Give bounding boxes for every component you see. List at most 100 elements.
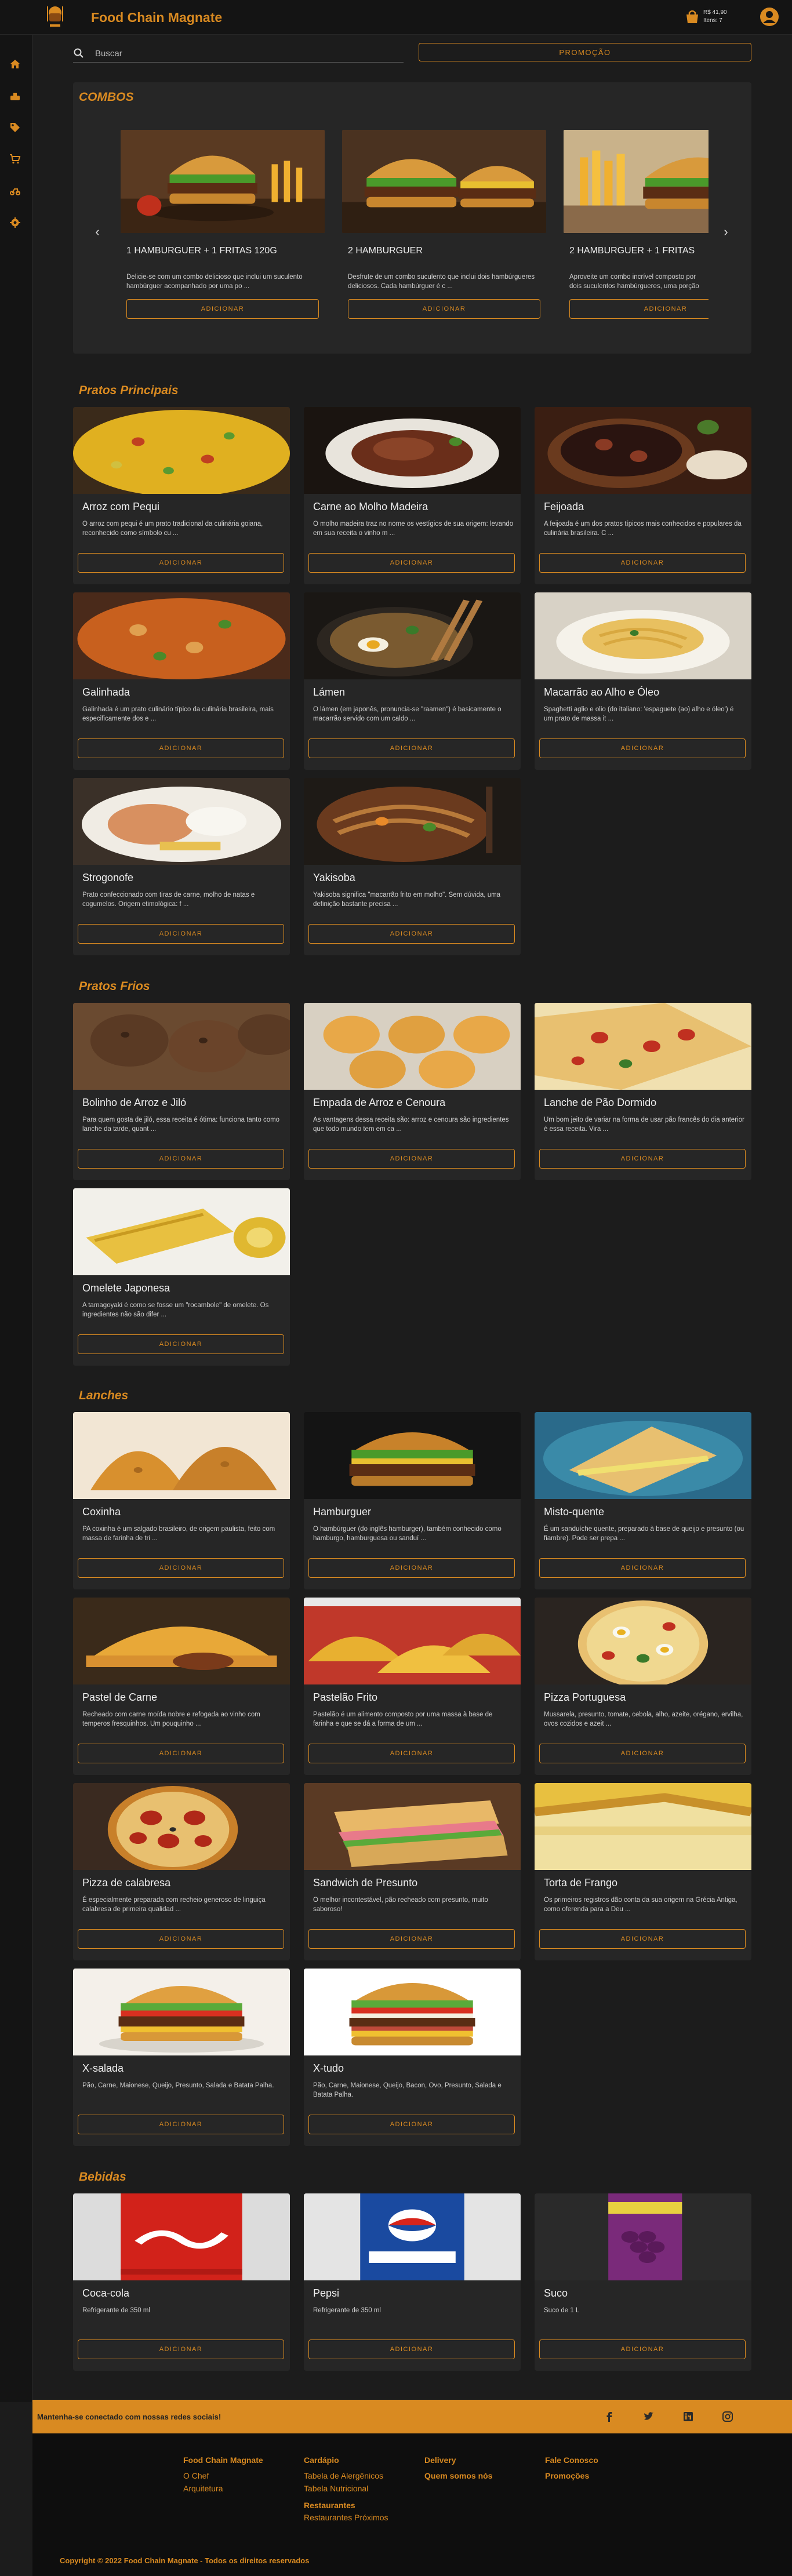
- footer-link[interactable]: Tabela de Alergênicos: [304, 2469, 388, 2482]
- add-to-cart-button[interactable]: ADICIONAR: [539, 738, 746, 758]
- combo-title: 1 HAMBURGUER + 1 FRITAS 120G: [126, 246, 277, 256]
- product-description: Pão, Carne, Maionese, Queijo, Presunto, …: [82, 2082, 274, 2089]
- add-to-cart-button[interactable]: ADICIONAR: [308, 924, 515, 944]
- cart-icon[interactable]: [7, 151, 23, 167]
- footer-link[interactable]: Restaurantes Próximos: [304, 2511, 388, 2524]
- food-photo-icon: [535, 1783, 751, 1870]
- product-description: As vantagens dessa receita são: arroz e …: [313, 1116, 509, 1133]
- product-card: Torta de Frango Os primeiros registros dã…: [535, 1783, 751, 1960]
- food-photo-icon: [535, 592, 751, 679]
- add-to-cart-button[interactable]: ADICIONAR: [308, 1744, 515, 1763]
- add-to-cart-button[interactable]: ADICIONAR: [78, 2339, 284, 2359]
- footer-link[interactable]: Arquitetura: [183, 2482, 263, 2495]
- add-to-cart-button[interactable]: ADICIONAR: [78, 1334, 284, 1354]
- product-description: Pastelão é um alimento composto por uma …: [313, 1711, 493, 1727]
- product-card: Misto-quente É um sanduíche quente, prepa…: [535, 1412, 751, 1589]
- carousel-next-arrow[interactable]: ›: [720, 224, 732, 239]
- add-to-cart-button[interactable]: ADICIONAR: [78, 738, 284, 758]
- add-to-cart-button[interactable]: ADICIONAR: [78, 2115, 284, 2134]
- add-to-cart-button[interactable]: ADICIONAR: [539, 1929, 746, 1949]
- footer-heading[interactable]: Food Chain Magnate: [183, 2455, 263, 2465]
- instagram-icon[interactable]: [721, 2410, 734, 2423]
- food-photo-icon: [73, 1783, 290, 1870]
- add-to-cart-button[interactable]: ADICIONAR: [308, 1558, 515, 1578]
- footer-link[interactable]: Promoções: [545, 2469, 598, 2482]
- product-card: Pastel de Carne Recheado com carne moída …: [73, 1598, 290, 1775]
- add-to-cart-button[interactable]: ADICIONAR: [539, 2339, 746, 2359]
- product-description: Refrigerante de 350 ml: [313, 2307, 381, 2314]
- section-title: Pratos Frios: [79, 980, 150, 993]
- product-title: Pizza Portuguesa: [544, 1691, 626, 1703]
- delivery-icon[interactable]: [7, 182, 23, 198]
- product-image: [535, 592, 751, 679]
- food-photo-icon: [304, 1969, 521, 2055]
- search-input[interactable]: [95, 46, 397, 60]
- food-photo-icon: [73, 1969, 290, 2055]
- add-to-cart-button[interactable]: ADICIONAR: [78, 1744, 284, 1763]
- add-combo-button[interactable]: ADICIONAR: [126, 299, 319, 319]
- user-account-icon[interactable]: [760, 7, 779, 27]
- footer-link[interactable]: Quem somos nós: [424, 2469, 492, 2482]
- footer-link[interactable]: O Chef: [183, 2469, 263, 2482]
- add-to-cart-button[interactable]: ADICIONAR: [308, 2115, 515, 2134]
- cart-summary[interactable]: R$ 41,90 Itens: 7: [685, 7, 750, 28]
- food-photo-icon: [121, 130, 325, 233]
- add-to-cart-button[interactable]: ADICIONAR: [539, 1149, 746, 1169]
- product-description: O hambúrguer (do inglês hamburger), tamb…: [313, 1526, 502, 1542]
- add-to-cart-button[interactable]: ADICIONAR: [539, 1744, 746, 1763]
- carousel-prev-arrow[interactable]: ‹: [92, 224, 103, 239]
- combo-card: 1 HAMBURGUER + 1 FRITAS 120G Delicie-se c…: [121, 130, 325, 321]
- linkedin-icon[interactable]: [682, 2410, 695, 2423]
- add-to-cart-button[interactable]: ADICIONAR: [78, 1929, 284, 1949]
- footer-heading[interactable]: Delivery: [424, 2455, 492, 2465]
- top-bar: Food Chain Magnate R$ 41,90 Itens: 7: [0, 0, 792, 35]
- add-combo-button[interactable]: ADICIONAR: [569, 299, 709, 319]
- logo-icon[interactable]: [42, 3, 68, 30]
- settings-icon[interactable]: [7, 214, 23, 231]
- product-card: Lanche de Pão Dormido Um bom jeito de var…: [535, 1003, 751, 1180]
- product-title: Coxinha: [82, 1506, 121, 1518]
- brand-title[interactable]: Food Chain Magnate: [91, 10, 222, 26]
- food-photo-icon: [73, 407, 290, 494]
- combo-description: Aproveite um combo incrível composto por…: [569, 274, 699, 290]
- add-to-cart-button[interactable]: ADICIONAR: [308, 738, 515, 758]
- food-photo-icon: [304, 592, 521, 679]
- promotion-button[interactable]: PROMOÇÃO: [419, 43, 751, 61]
- add-to-cart-button[interactable]: ADICIONAR: [539, 553, 746, 573]
- footer-link[interactable]: Tabela Nutricional: [304, 2482, 388, 2495]
- add-to-cart-button[interactable]: ADICIONAR: [78, 924, 284, 944]
- footer-heading[interactable]: Restaurantes: [304, 2501, 388, 2510]
- add-to-cart-button[interactable]: ADICIONAR: [308, 553, 515, 573]
- product-description: Mussarela, presunto, tomate, cebola, alh…: [544, 1711, 743, 1727]
- add-to-cart-button[interactable]: ADICIONAR: [308, 1149, 515, 1169]
- section-title: Lanches: [79, 1389, 129, 1402]
- product-title: Feijoada: [544, 501, 584, 512]
- add-to-cart-button[interactable]: ADICIONAR: [308, 2339, 515, 2359]
- twitter-icon[interactable]: [642, 2410, 655, 2423]
- product-card: Arroz com Pequi O arroz com pequi é um pr…: [73, 407, 290, 584]
- search-icon[interactable]: [73, 48, 85, 59]
- footer-heading[interactable]: Fale Conosco: [545, 2455, 598, 2465]
- add-to-cart-button[interactable]: ADICIONAR: [78, 1149, 284, 1169]
- tag-icon[interactable]: [7, 119, 23, 136]
- product-card: Macarrão ao Alho e Óleo Spaghetti aglio e…: [535, 592, 751, 770]
- add-to-cart-button[interactable]: ADICIONAR: [78, 553, 284, 573]
- product-card: Pastelão Frito Pastelão é um alimento com…: [304, 1598, 521, 1775]
- food-photo-icon: [304, 1412, 521, 1499]
- product-image: [73, 1188, 290, 1275]
- product-title: Hamburguer: [313, 1506, 372, 1518]
- combos-carousel: COMBOS ‹ › 1 HAMBURGUER + 1 FRITAS 120G D…: [73, 82, 751, 354]
- add-to-cart-button[interactable]: ADICIONAR: [78, 1558, 284, 1578]
- product-card: Omelete Japonesa A tamagoyaki é como se f…: [73, 1188, 290, 1366]
- add-combo-button[interactable]: ADICIONAR: [348, 299, 540, 319]
- product-title: Lanche de Pão Dormido: [544, 1097, 657, 1108]
- facebook-icon[interactable]: [603, 2410, 616, 2423]
- tools-icon[interactable]: [7, 88, 23, 104]
- add-to-cart-button[interactable]: ADICIONAR: [308, 1929, 515, 1949]
- product-title: Pastelão Frito: [313, 1691, 378, 1703]
- product-title: Carne ao Molho Madeira: [313, 501, 428, 512]
- footer-heading[interactable]: Cardápio: [304, 2455, 388, 2465]
- home-icon[interactable]: [7, 56, 23, 72]
- add-to-cart-button[interactable]: ADICIONAR: [539, 1558, 746, 1578]
- food-photo-icon: [73, 1412, 290, 1499]
